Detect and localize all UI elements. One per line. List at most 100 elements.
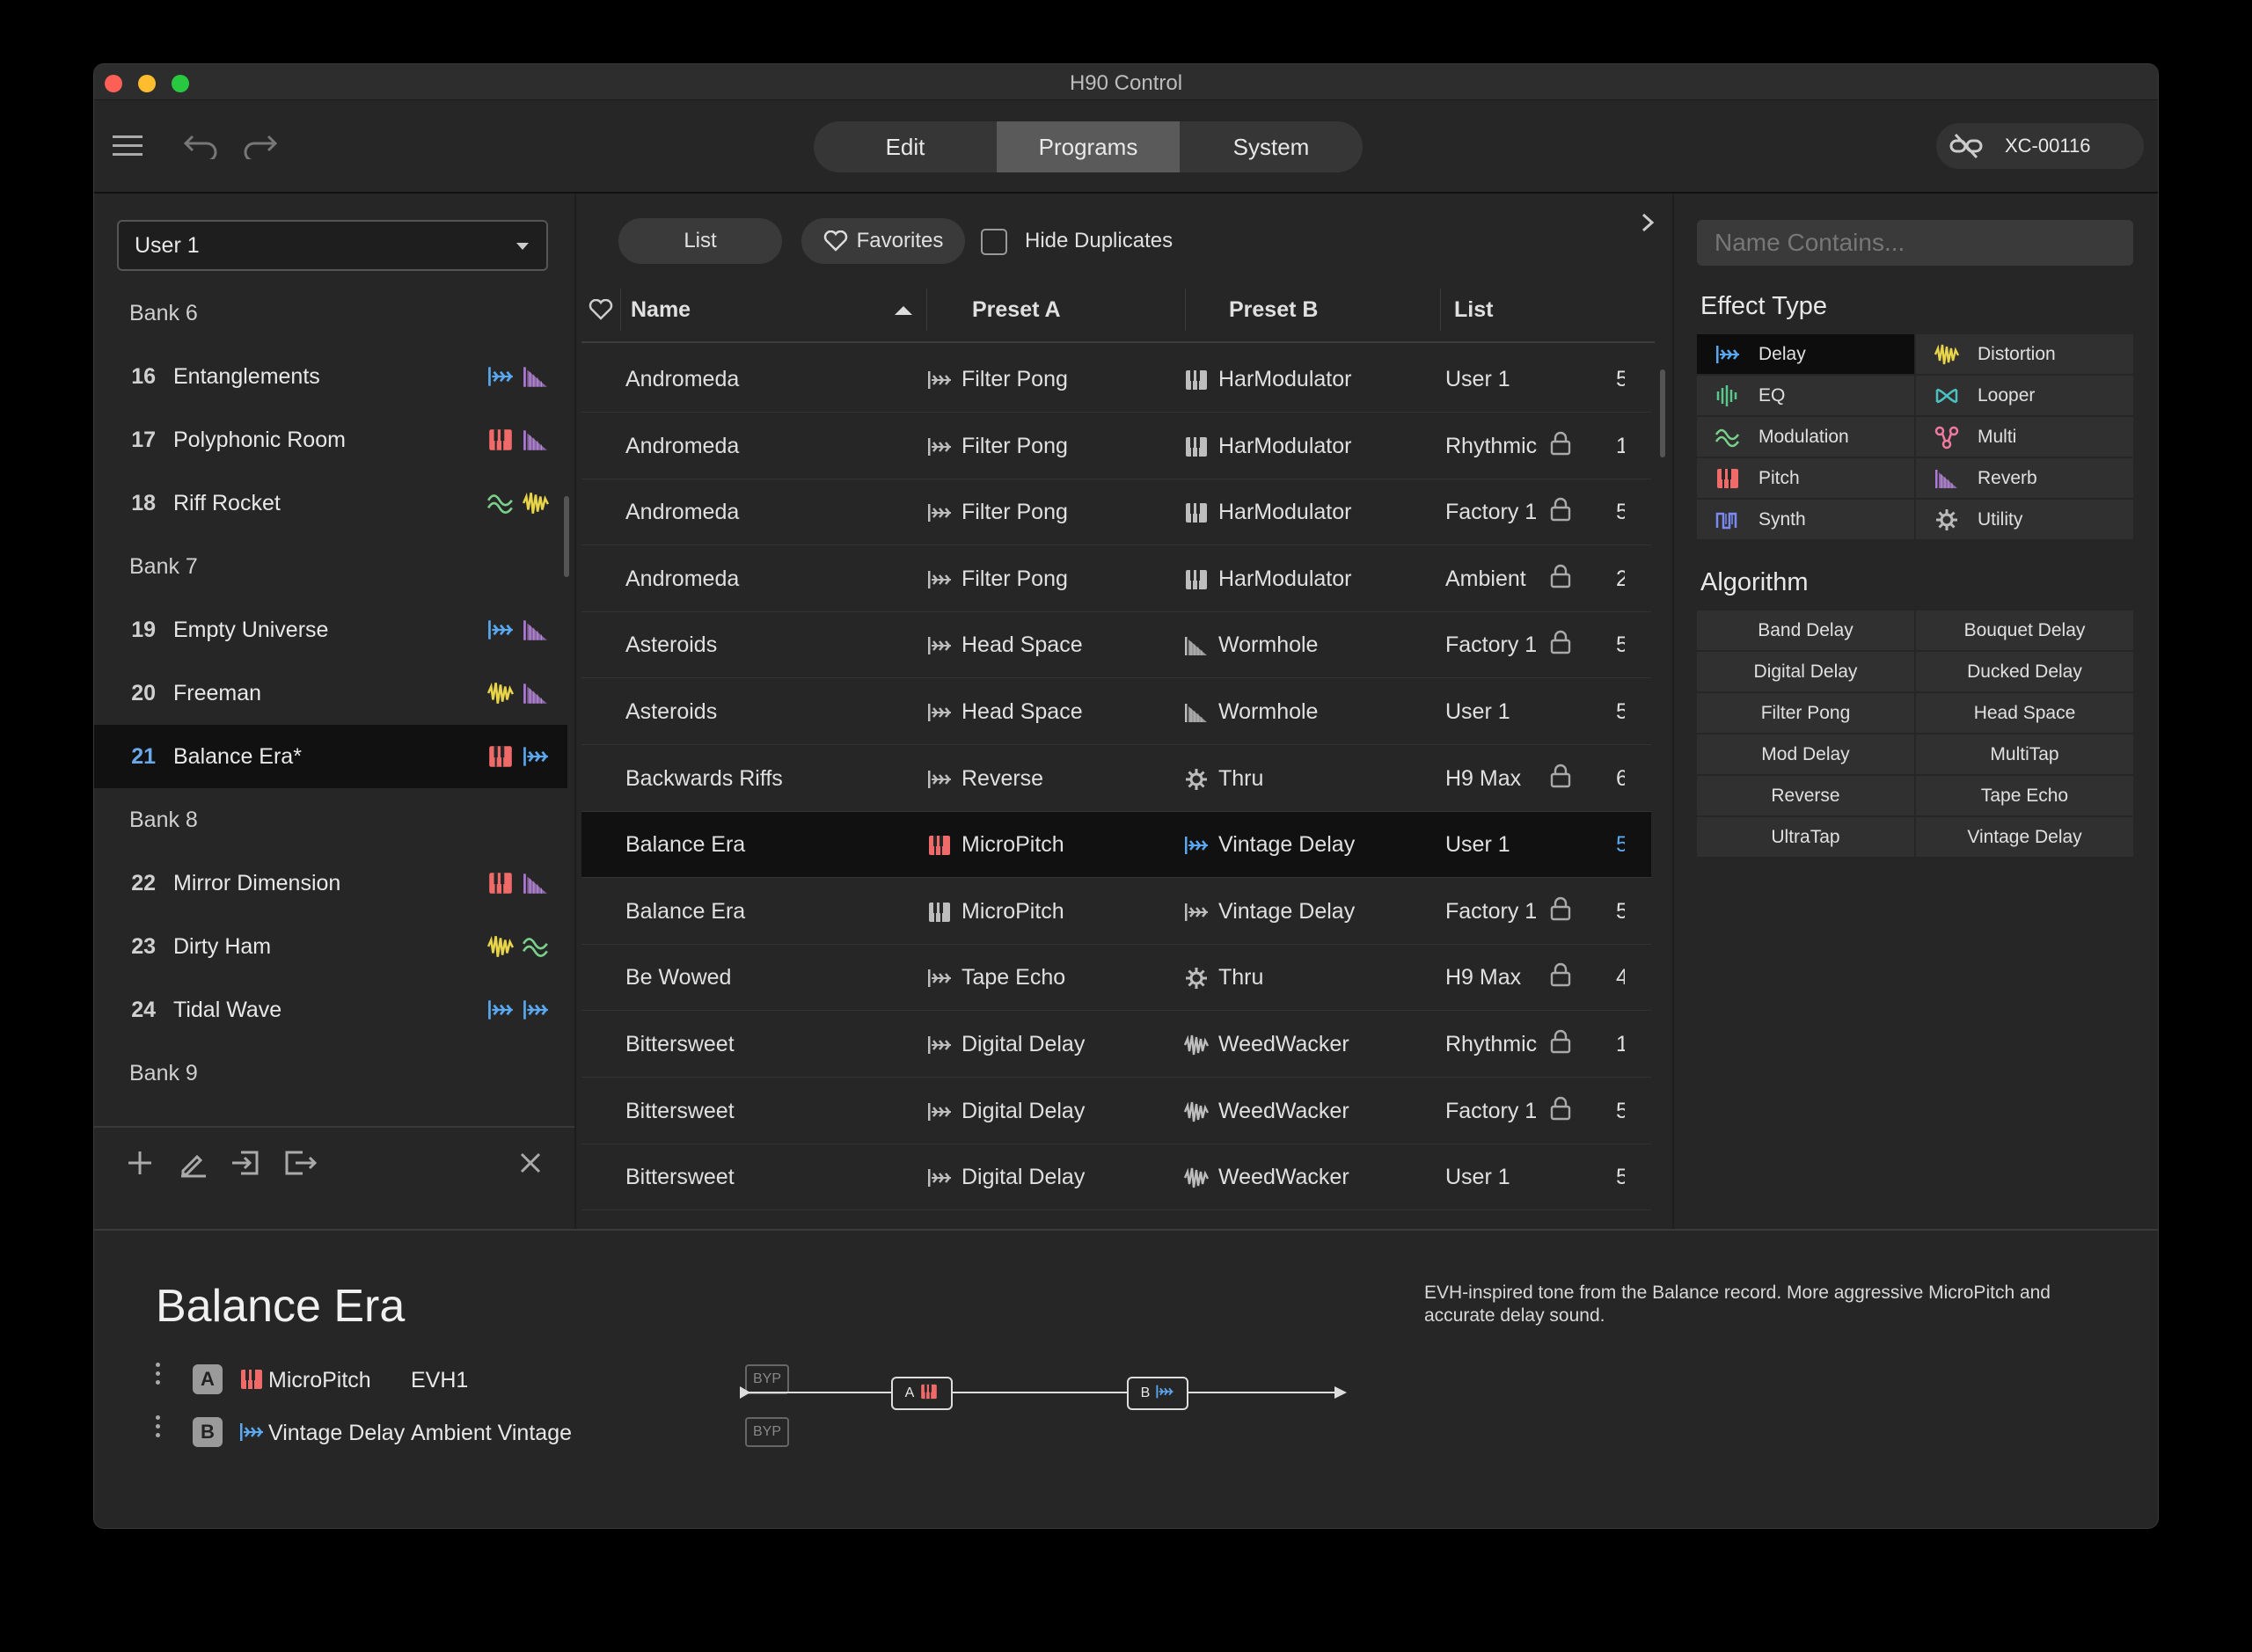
algorithm-option[interactable]: Vintage Delay	[1916, 817, 2133, 857]
pitch-icon	[919, 1382, 939, 1406]
undo-icon[interactable]	[179, 128, 221, 164]
algorithm-option[interactable]: Mod Delay	[1697, 735, 1914, 774]
effect-type-label: Multi	[1978, 426, 2017, 447]
name-search-input[interactable]: Name Contains...	[1697, 220, 2133, 266]
slot-a-menu-icon[interactable]	[156, 1363, 161, 1389]
tab-programs[interactable]: Programs	[997, 121, 1180, 172]
tab-system[interactable]: System	[1180, 121, 1363, 172]
redo-icon[interactable]	[240, 128, 282, 164]
program-list-item[interactable]: 24 Tidal Wave	[94, 978, 567, 1042]
algorithm-option[interactable]: Band Delay	[1697, 610, 1914, 650]
list-button[interactable]: List	[618, 218, 782, 264]
effect-type-synth[interactable]: Synth	[1697, 500, 1914, 539]
algorithm-option[interactable]: Head Space	[1916, 693, 2133, 733]
bank-list-select[interactable]: User 1	[117, 220, 548, 271]
preset-trailing-value: 5	[1616, 1165, 1625, 1190]
program-list-item[interactable]: 20 Freeman	[94, 662, 567, 725]
preset-b-algorithm: WeedWacker	[1218, 1165, 1349, 1190]
table-row[interactable]: Be Wowed Tape Echo Thru H9 Max 4	[581, 945, 1651, 1012]
pitch-icon	[926, 832, 953, 865]
algorithm-option[interactable]: MultiTap	[1916, 735, 2133, 774]
tab-edit[interactable]: Edit	[814, 121, 997, 172]
effect-type-looper[interactable]: Looper	[1916, 376, 2133, 415]
table-row[interactable]: Backwards Riffs Reverse Thru H9 Max 6	[581, 746, 1651, 812]
table-row[interactable]: Bittersweet Digital Delay WeedWacker Fac…	[581, 1078, 1651, 1144]
algorithm-option[interactable]: Reverse	[1697, 776, 1914, 815]
delay-icon	[926, 500, 953, 532]
algorithm-option[interactable]: Ducked Delay	[1916, 652, 2133, 691]
preset-b-algorithm: HarModulator	[1218, 433, 1352, 458]
preset-browser: List Favorites Hide Duplicates Name Pres…	[576, 194, 1672, 1229]
program-list-item[interactable]: 17 Polyphonic Room	[94, 408, 567, 471]
effect-type-eq[interactable]: EQ	[1697, 376, 1914, 415]
routing-slot-a-label: A	[904, 1385, 915, 1400]
effect-type-multi[interactable]: Multi	[1916, 417, 2133, 457]
program-list-item[interactable]: 18 Riff Rocket	[94, 471, 567, 535]
preset-table-scrollbar[interactable]	[1660, 369, 1665, 457]
program-list-item[interactable]: 22 Mirror Dimension	[94, 852, 567, 915]
algorithm-option[interactable]: UltraTap	[1697, 817, 1914, 857]
reverb-icon	[522, 362, 550, 397]
table-row[interactable]: Balance Era MicroPitch Vintage Delay Fac…	[581, 879, 1651, 945]
program-list-scrollbar[interactable]	[564, 496, 569, 577]
effect-type-utility[interactable]: Utility	[1916, 500, 2133, 539]
slot-b-preset[interactable]: Ambient Vintage	[411, 1421, 572, 1446]
rename-icon[interactable]	[175, 1145, 210, 1181]
column-header-name[interactable]: Name	[631, 297, 691, 323]
export-icon[interactable]	[281, 1145, 321, 1181]
menu-icon[interactable]	[112, 130, 143, 162]
algorithm-option[interactable]: Bouquet Delay	[1916, 610, 2133, 650]
table-row[interactable]: Asteroids Head Space Wormhole Factory 1 …	[581, 612, 1651, 679]
effect-type-delay[interactable]: Delay	[1697, 334, 1914, 374]
chevron-right-icon[interactable]	[1632, 202, 1663, 243]
utility-icon	[1916, 507, 1978, 533]
slot-b-menu-icon[interactable]	[156, 1415, 161, 1442]
slot-a-preset[interactable]: EVH1	[411, 1368, 468, 1393]
table-row[interactable]: Bittersweet Digital Delay WeedWacker Rhy…	[581, 1012, 1651, 1078]
modulation-icon	[1697, 424, 1758, 450]
effect-type-distortion[interactable]: Distortion	[1916, 334, 2133, 374]
slot-a-algorithm[interactable]: MicroPitch	[268, 1368, 371, 1393]
favorites-button[interactable]: Favorites	[801, 218, 965, 264]
preset-list: H9 Max	[1445, 765, 1522, 791]
table-row[interactable]: Asteroids Head Space Wormhole User 1 5	[581, 679, 1651, 745]
algorithm-option[interactable]: Digital Delay	[1697, 652, 1914, 691]
pitch-icon	[1697, 465, 1758, 492]
favorite-column-heart-icon[interactable]	[589, 298, 613, 326]
delete-icon[interactable]	[515, 1147, 546, 1179]
looper-icon	[1916, 383, 1978, 409]
effect-type-modulation[interactable]: Modulation	[1697, 417, 1914, 457]
effect-type-reverb[interactable]: Reverb	[1916, 458, 2133, 498]
hide-duplicates-checkbox[interactable]	[981, 229, 1007, 255]
algorithm-option[interactable]: Tape Echo	[1916, 776, 2133, 815]
program-list-item[interactable]: 25 Harmonic Room	[94, 1105, 567, 1127]
table-row[interactable]: Andromeda Filter Pong HarModulator User …	[581, 347, 1651, 413]
title-bar: H90 Control	[94, 64, 2158, 100]
effect-type-pitch[interactable]: Pitch	[1697, 458, 1914, 498]
table-row[interactable]: Balance Era MicroPitch Vintage Delay Use…	[581, 812, 1651, 879]
routing-slot-b[interactable]: B	[1127, 1377, 1188, 1410]
slot-b-row: B Vintage Delay Ambient Vintage BYP	[147, 1412, 815, 1456]
table-row[interactable]: Andromeda Filter Pong HarModulator Ambie…	[581, 546, 1651, 612]
program-list-item[interactable]: 21 Balance Era*	[94, 725, 567, 788]
routing-slot-a[interactable]: A	[891, 1377, 953, 1410]
program-list-item[interactable]: 23 Dirty Ham	[94, 915, 567, 978]
slot-b-algorithm[interactable]: Vintage Delay	[268, 1421, 405, 1446]
add-icon[interactable]	[122, 1145, 157, 1181]
program-list-item[interactable]: 16 Entanglements	[94, 345, 567, 408]
column-header-preset-a[interactable]: Preset A	[972, 297, 1061, 323]
device-connection-button[interactable]: XC-00116	[1936, 123, 2144, 169]
algorithm-option[interactable]: Filter Pong	[1697, 693, 1914, 733]
sort-ascending-icon[interactable]	[895, 306, 912, 315]
preset-trailing-value: 5	[1616, 699, 1625, 725]
table-row[interactable]: Andromeda Filter Pong HarModulator Rhyth…	[581, 413, 1651, 479]
column-header-list[interactable]: List	[1454, 297, 1493, 323]
preset-a-algorithm: MicroPitch	[961, 898, 1064, 924]
slot-b-bypass-button[interactable]: BYP	[745, 1417, 789, 1447]
column-header-preset-b[interactable]: Preset B	[1229, 297, 1318, 323]
distortion-icon	[486, 679, 515, 713]
table-row[interactable]: Andromeda Filter Pong HarModulator Facto…	[581, 479, 1651, 546]
import-icon[interactable]	[228, 1145, 263, 1181]
table-row[interactable]: Bittersweet Digital Delay WeedWacker Use…	[581, 1144, 1651, 1211]
program-list-item[interactable]: 19 Empty Universe	[94, 598, 567, 662]
